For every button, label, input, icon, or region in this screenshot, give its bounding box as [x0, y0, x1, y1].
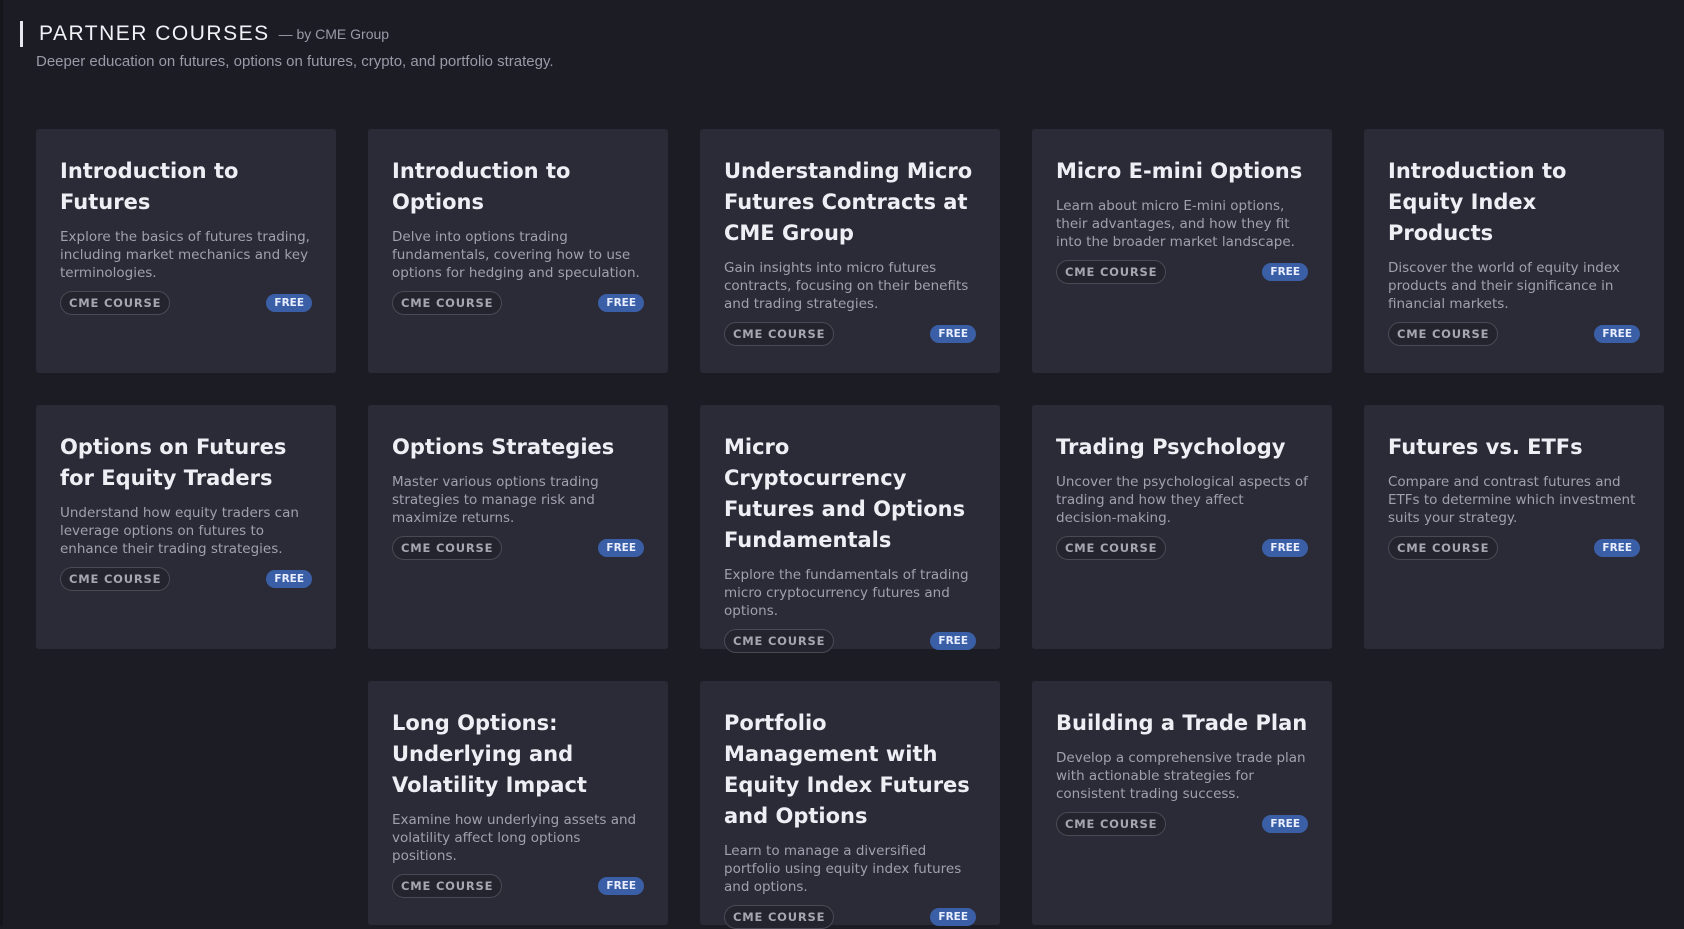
course-footer: CME COURSE FREE — [60, 567, 312, 591]
course-footer: CME COURSE FREE — [724, 322, 976, 346]
course-title: Understanding Micro Futures Contracts at… — [724, 159, 973, 245]
free-badge: FREE — [1262, 263, 1308, 281]
course-tag: CME COURSE — [1056, 536, 1167, 560]
course-description: Develop a comprehensive trade plan with … — [1056, 750, 1306, 802]
course-grid: Introduction to Futures Explore the basi… — [36, 129, 1664, 929]
free-badge: FREE — [1262, 815, 1308, 833]
course-footer: CME COURSE FREE — [724, 905, 976, 929]
course-title: Micro Cryptocurrency Futures and Options… — [724, 435, 966, 552]
course-description: Learn about micro E-mini options, their … — [1056, 198, 1295, 250]
course-tag: CME COURSE — [724, 629, 835, 653]
course-tag: CME COURSE — [392, 536, 503, 560]
course-card[interactable]: Micro E-mini Options Learn about micro E… — [1032, 129, 1332, 373]
free-badge: FREE — [266, 294, 312, 312]
free-badge: FREE — [1594, 539, 1640, 557]
course-card[interactable]: Portfolio Management with Equity Index F… — [700, 681, 1000, 929]
course-card[interactable]: Micro Cryptocurrency Futures and Options… — [700, 405, 1000, 653]
grid-spacer — [36, 681, 336, 925]
course-footer: CME COURSE FREE — [392, 536, 644, 560]
course-title: Introduction to Equity Index Products — [1388, 159, 1567, 245]
free-badge: FREE — [1262, 539, 1308, 557]
course-title: Options Strategies — [392, 435, 615, 459]
course-description: Explore the basics of futures trading, i… — [60, 229, 310, 281]
course-title: Options on Futures for Equity Traders — [60, 435, 287, 490]
course-footer: CME COURSE FREE — [1388, 536, 1640, 560]
course-title: Trading Psychology — [1056, 435, 1286, 459]
course-tag: CME COURSE — [1388, 536, 1499, 560]
course-card[interactable]: Introduction to Equity Index Products Di… — [1364, 129, 1664, 373]
section-title: PARTNER COURSES — [39, 22, 270, 45]
course-description: Master various options trading strategie… — [392, 474, 599, 526]
course-description: Compare and contrast futures and ETFs to… — [1388, 474, 1636, 526]
free-badge: FREE — [598, 294, 644, 312]
free-badge: FREE — [598, 539, 644, 557]
free-badge: FREE — [1594, 325, 1640, 343]
course-title: Introduction to Futures — [60, 159, 239, 214]
course-tag: CME COURSE — [1056, 260, 1167, 284]
free-badge: FREE — [266, 570, 312, 588]
left-rail — [0, 0, 3, 926]
course-tag: CME COURSE — [724, 905, 835, 929]
course-description: Delve into options trading fundamentals,… — [392, 229, 640, 281]
course-card[interactable]: Options Strategies Master various option… — [368, 405, 668, 649]
course-description: Understand how equity traders can levera… — [60, 505, 299, 557]
course-footer: CME COURSE FREE — [1388, 322, 1640, 346]
course-tag: CME COURSE — [392, 291, 503, 315]
section-subtitle: Deeper education on futures, options on … — [36, 53, 554, 70]
course-footer: CME COURSE FREE — [60, 291, 312, 315]
course-title: Introduction to Options — [392, 159, 571, 214]
course-tag: CME COURSE — [392, 874, 503, 898]
course-description: Learn to manage a diversified portfolio … — [724, 843, 962, 895]
course-title: Futures vs. ETFs — [1388, 435, 1583, 459]
course-card[interactable]: Introduction to Options Delve into optio… — [368, 129, 668, 373]
course-tag: CME COURSE — [1388, 322, 1499, 346]
course-card[interactable]: Long Options: Underlying and Volatility … — [368, 681, 668, 925]
course-tag: CME COURSE — [60, 567, 171, 591]
header-row: PARTNER COURSES — by CME Group — [20, 21, 389, 47]
course-title: Portfolio Management with Equity Index F… — [724, 711, 970, 828]
course-description: Uncover the psychological aspects of tra… — [1056, 474, 1308, 526]
course-title: Micro E-mini Options — [1056, 159, 1303, 183]
free-badge: FREE — [930, 632, 976, 650]
course-footer: CME COURSE FREE — [1056, 536, 1308, 560]
course-card[interactable]: Introduction to Futures Explore the basi… — [36, 129, 336, 373]
free-badge: FREE — [598, 877, 644, 895]
free-badge: FREE — [930, 908, 976, 926]
course-footer: CME COURSE FREE — [724, 629, 976, 653]
course-tag: CME COURSE — [1056, 812, 1167, 836]
course-footer: CME COURSE FREE — [392, 291, 644, 315]
course-title: Long Options: Underlying and Volatility … — [392, 711, 587, 797]
course-title: Building a Trade Plan — [1056, 711, 1308, 735]
course-card[interactable]: Trading Psychology Uncover the psycholog… — [1032, 405, 1332, 649]
course-description: Examine how underlying assets and volati… — [392, 812, 637, 864]
course-description: Discover the world of equity index produ… — [1388, 260, 1620, 312]
course-footer: CME COURSE FREE — [1056, 260, 1308, 284]
course-description: Explore the fundamentals of trading micr… — [724, 567, 969, 619]
section-header: PARTNER COURSES — by CME Group — [20, 21, 389, 47]
course-footer: CME COURSE FREE — [392, 874, 644, 898]
course-card[interactable]: Building a Trade Plan Develop a comprehe… — [1032, 681, 1332, 925]
course-description: Gain insights into micro futures contrac… — [724, 260, 969, 312]
course-tag: CME COURSE — [60, 291, 171, 315]
course-tag: CME COURSE — [724, 322, 835, 346]
free-badge: FREE — [930, 325, 976, 343]
section-byline: — by CME Group — [278, 26, 390, 42]
course-card[interactable]: Understanding Micro Futures Contracts at… — [700, 129, 1000, 373]
course-footer: CME COURSE FREE — [1056, 812, 1308, 836]
course-card[interactable]: Options on Futures for Equity Traders Un… — [36, 405, 336, 649]
header-accent-bar — [20, 21, 23, 47]
course-card[interactable]: Futures vs. ETFs Compare and contrast fu… — [1364, 405, 1664, 649]
